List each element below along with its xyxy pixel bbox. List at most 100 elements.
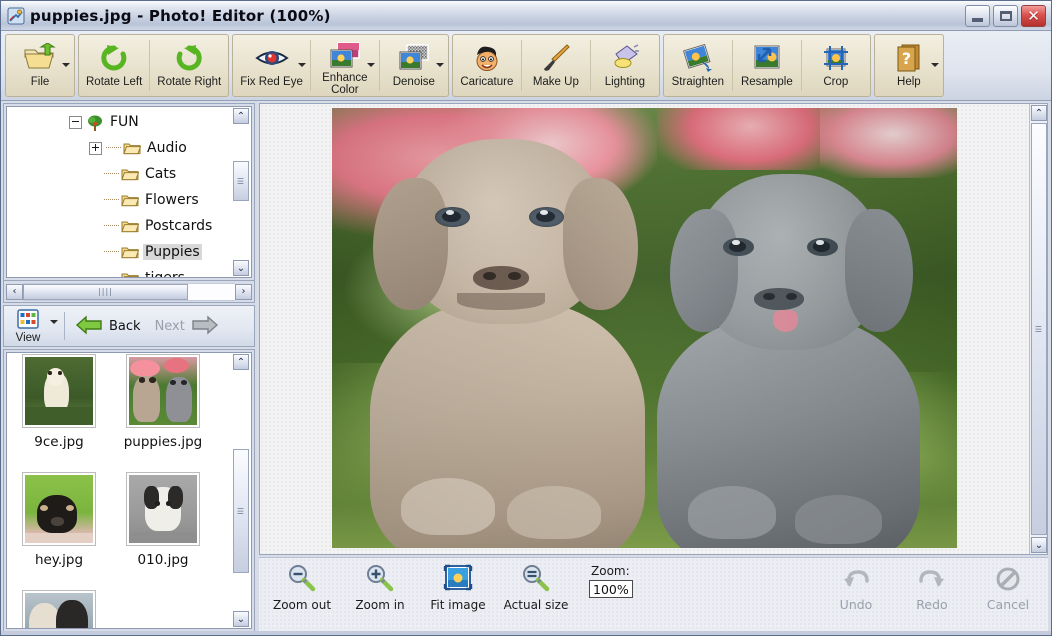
fix-red-eye-dropdown-arrow-icon[interactable] (297, 63, 306, 67)
folder-icon (121, 245, 140, 259)
cancel-button[interactable]: Cancel (980, 566, 1036, 612)
thumbnail-image-9ce[interactable] (22, 354, 96, 428)
next-button[interactable]: Next (155, 313, 219, 340)
view-dropdown-arrow-icon[interactable] (50, 320, 58, 324)
thumbnail-image-hey[interactable] (22, 472, 96, 546)
viewer-vertical-scrollbar[interactable]: ⌃ ☰ ⌄ (1029, 104, 1047, 554)
thumbnail-panel: 9ce.jpg puppies.jpg hey.jpg 010.jpg ⌃ ☰ … (3, 349, 255, 632)
thumbnail-image-puppies[interactable] (126, 354, 200, 428)
fix-red-eye-button[interactable]: Fix Red Eye (234, 36, 309, 95)
redo-button[interactable]: Redo (904, 566, 960, 612)
chevron-up-icon: ⌃ (236, 356, 246, 368)
straighten-icon (682, 42, 714, 74)
thumbnail-vertical-scrollbar[interactable]: ⌃ ☰ ⌄ (232, 353, 251, 628)
tree-item-tigers[interactable]: tigers (7, 265, 232, 277)
maximize-button[interactable] (993, 5, 1018, 27)
rotate-left-button[interactable]: Rotate Left (80, 36, 148, 95)
straighten-button[interactable]: Straighten (665, 36, 731, 95)
resample-label: Resample (740, 76, 793, 88)
tree-root-icon (86, 115, 104, 131)
rotate-right-button[interactable]: Rotate Right (151, 36, 227, 95)
thumbnail-item[interactable]: 9ce.jpg (7, 354, 111, 472)
folder-tree-panel: FUN Audio Cats Flowers Postcards Puppies… (3, 103, 255, 281)
thumb-scroll-down-button[interactable]: ⌄ (233, 611, 249, 627)
folder-icon (121, 271, 140, 277)
view-grid-icon (17, 308, 39, 332)
hscroll-track[interactable]: |||| (23, 282, 235, 301)
crop-button[interactable]: Crop (803, 36, 869, 95)
enhance-color-dropdown-arrow-icon[interactable] (366, 63, 375, 67)
main-toolbar: File Rotate Left Rotate Right Fix Red Ey… (1, 31, 1051, 101)
thumbnail-item[interactable]: puppies.jpg (111, 354, 215, 472)
make-up-button[interactable]: Make Up (523, 36, 589, 95)
tree-expander-minus-icon[interactable] (69, 115, 82, 129)
close-button[interactable]: ✕ (1021, 5, 1046, 27)
history-controls: Undo Redo Cancel (828, 566, 1036, 612)
tree-scroll-thumb[interactable]: ☰ (233, 161, 249, 201)
thumbnail-item[interactable] (7, 590, 111, 628)
file-button[interactable]: File (7, 36, 73, 95)
tree-scroll-down-button[interactable]: ⌄ (233, 260, 249, 276)
lighting-button[interactable]: Lighting (592, 36, 658, 95)
zoom-input[interactable] (589, 580, 633, 598)
tree-scroll-up-button[interactable]: ⌃ (233, 108, 249, 124)
hscroll-left-button[interactable]: ‹ (6, 283, 23, 300)
denoise-dropdown-arrow-icon[interactable] (435, 63, 444, 67)
window-title: puppies.jpg - Photo! Editor (100%) (30, 6, 331, 25)
folder-icon (121, 167, 140, 181)
help-dropdown-arrow-icon[interactable] (930, 63, 939, 67)
viewer-scroll-down-button[interactable]: ⌄ (1031, 537, 1047, 553)
actual-size-button[interactable]: Actual size (503, 564, 569, 612)
toolbar-separator (520, 40, 522, 91)
view-button-label: View (15, 331, 41, 344)
zoom-out-button[interactable]: Zoom out (269, 564, 335, 612)
fit-image-button[interactable]: Fit image (425, 564, 491, 612)
view-button[interactable]: View (8, 308, 48, 344)
toolbar-separator (731, 40, 733, 91)
back-button-label: Back (109, 318, 141, 334)
hscroll-thumb[interactable]: |||| (23, 283, 188, 300)
tree-item-flowers[interactable]: Flowers (7, 187, 232, 213)
caricature-label: Caricature (460, 76, 514, 88)
svg-text:?: ? (902, 49, 911, 68)
viewer-scroll-thumb[interactable]: ☰ (1031, 123, 1047, 535)
hscroll-right-button[interactable]: › (235, 283, 252, 300)
make-up-label: Make Up (532, 76, 579, 88)
help-button[interactable]: ? Help (876, 36, 942, 95)
tree-horizontal-scrollbar[interactable]: ‹ |||| › (3, 281, 255, 303)
tree-item-puppies[interactable]: Puppies (7, 239, 232, 265)
tree-item-cats[interactable]: Cats (7, 161, 232, 187)
file-dropdown-arrow-icon[interactable] (62, 63, 70, 67)
thumbnail-label: hey.jpg (34, 552, 84, 568)
minimize-button[interactable] (965, 5, 990, 27)
tree-item-fun[interactable]: FUN (7, 109, 232, 135)
chevron-down-icon: ⌄ (1034, 539, 1044, 551)
lighting-label: Lighting (604, 76, 645, 88)
tree-item-audio[interactable]: Audio (7, 135, 232, 161)
toolbar-group-correction: Fix Red Eye Enhance Color Denoise (232, 34, 449, 97)
main-image[interactable] (332, 108, 957, 548)
tree-vertical-scrollbar[interactable]: ⌃ ☰ ⌄ (232, 107, 251, 277)
thumbnail-item[interactable]: hey.jpg (7, 472, 111, 590)
toolbar-group-geometry: Straighten Resample Crop (662, 34, 871, 97)
tree-expander-plus-icon[interactable] (89, 141, 102, 155)
nav-separator (64, 312, 65, 340)
thumbnail-image-partial[interactable] (22, 590, 96, 628)
thumbnail-item[interactable]: 010.jpg (111, 472, 215, 590)
zoom-field: Zoom: (589, 564, 633, 598)
undo-button[interactable]: Undo (828, 566, 884, 612)
title-bar: puppies.jpg - Photo! Editor (100%) ✕ (1, 1, 1051, 31)
image-canvas[interactable] (260, 104, 1029, 554)
tree-item-postcards[interactable]: Postcards (7, 213, 232, 239)
caricature-button[interactable]: Caricature (454, 36, 520, 95)
denoise-button[interactable]: Denoise (381, 36, 447, 95)
thumb-scroll-thumb[interactable]: ☰ (233, 449, 249, 573)
viewer-scroll-up-button[interactable]: ⌃ (1031, 105, 1047, 121)
folder-icon (123, 141, 142, 155)
zoom-in-button[interactable]: Zoom in (347, 564, 413, 612)
back-button[interactable]: Back (75, 313, 141, 340)
thumbnail-image-010[interactable] (126, 472, 200, 546)
enhance-color-button[interactable]: Enhance Color (312, 36, 378, 96)
resample-button[interactable]: Resample (734, 36, 800, 95)
thumb-scroll-up-button[interactable]: ⌃ (233, 354, 249, 370)
